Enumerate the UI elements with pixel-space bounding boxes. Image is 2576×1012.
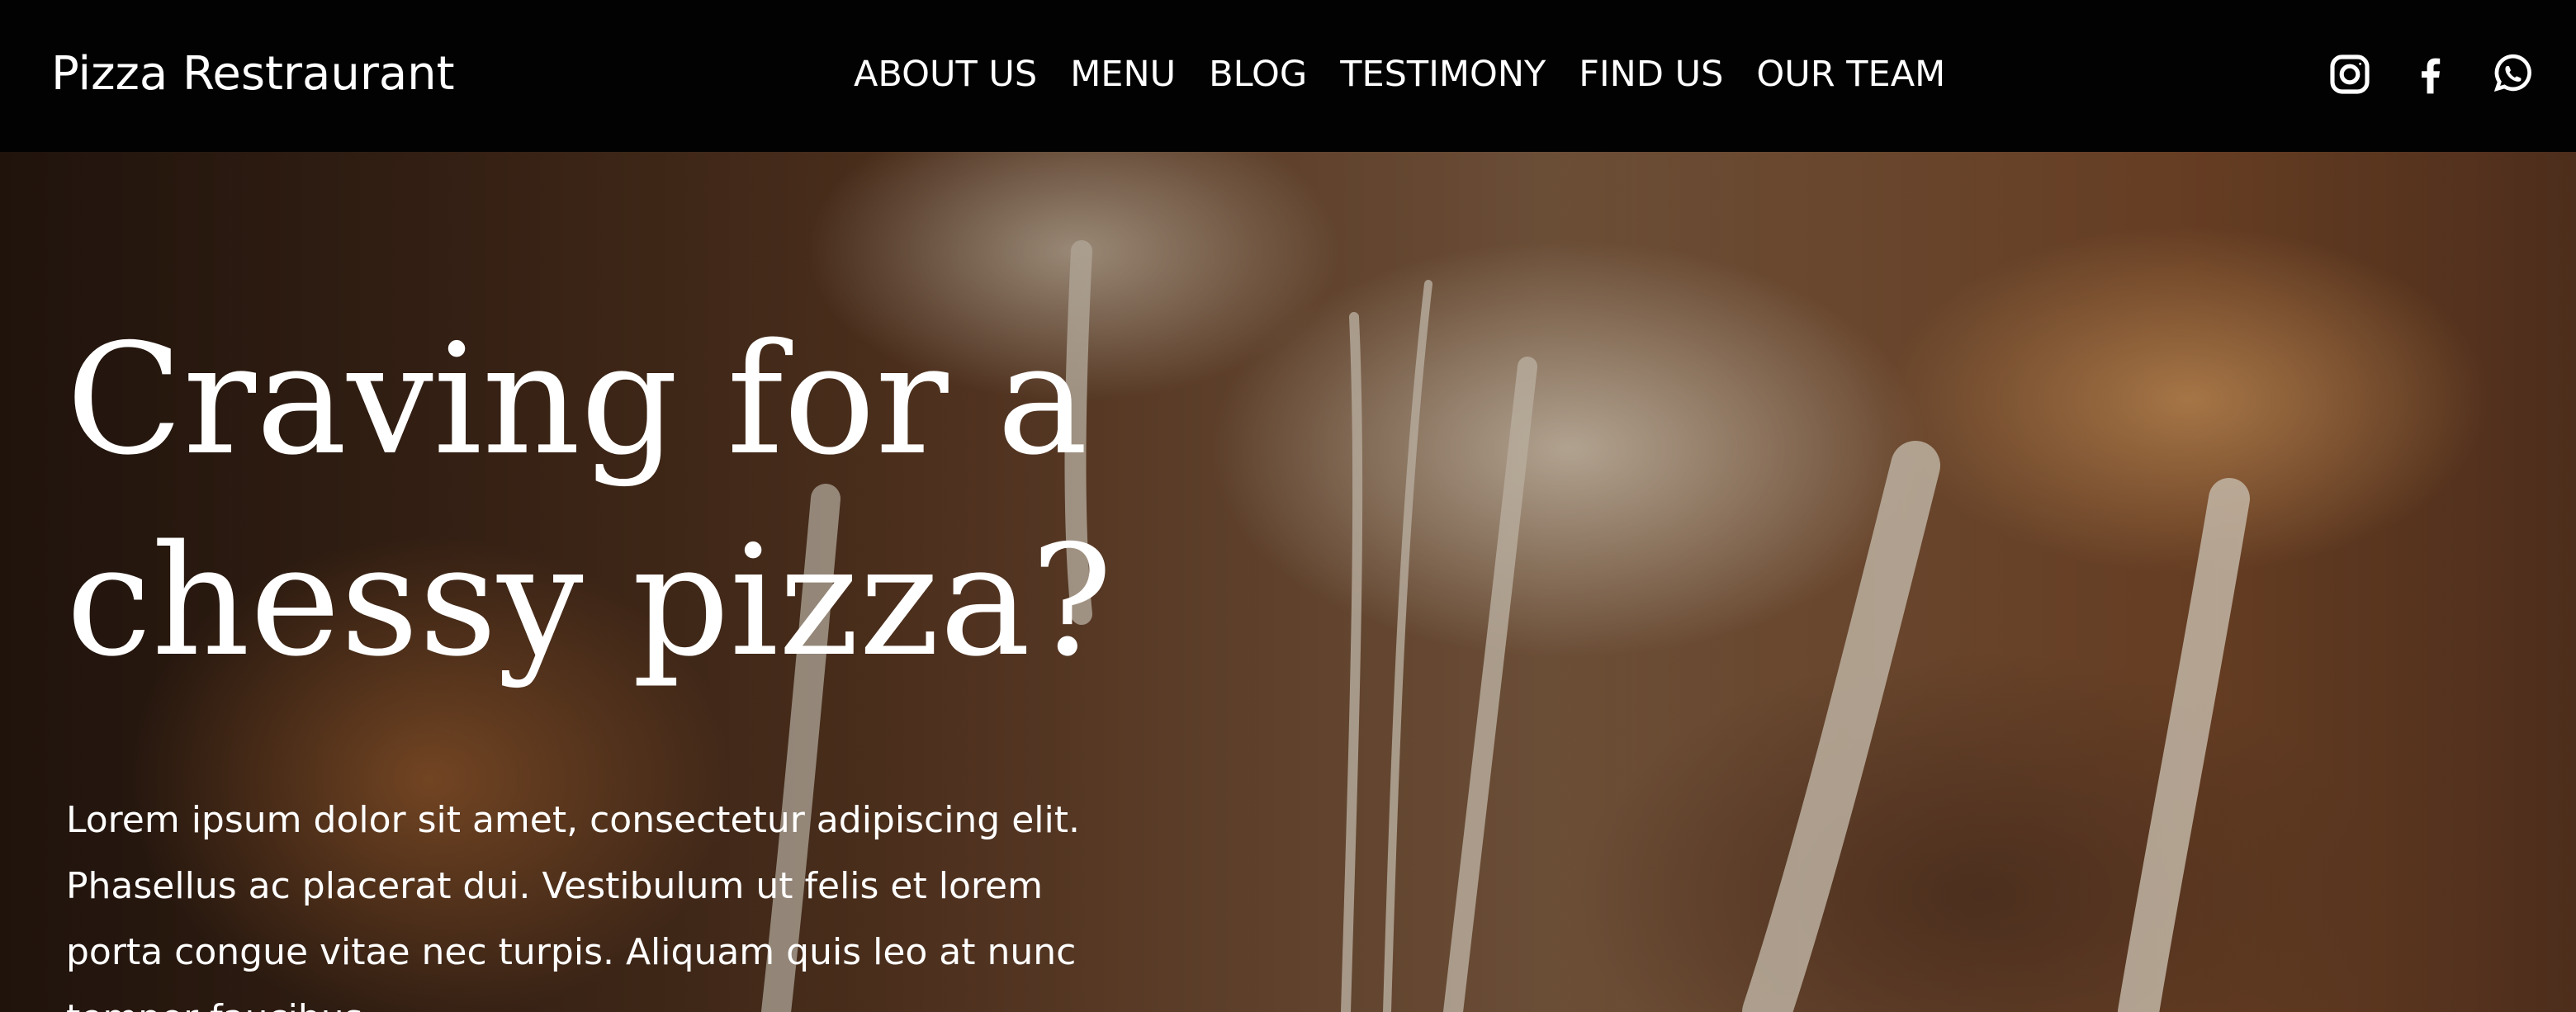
hero-title-line-1: Craving for a [66,310,1088,489]
main-nav: ABOUT US MENU BLOG TESTIMONY FIND US OUR… [854,48,1945,101]
hero-description: Lorem ipsum dolor sit amet, consectetur … [66,799,1080,1012]
nav-link-menu[interactable]: MENU [1070,48,1176,101]
instagram-icon[interactable] [2327,51,2373,97]
nav-link-testimony[interactable]: TESTIMONY [1340,48,1546,101]
nav-link-find-us[interactable]: FIND US [1579,48,1723,101]
nav-link-blog[interactable]: BLOG [1209,48,1307,101]
whatsapp-icon[interactable] [2488,51,2535,97]
nav-link-our-team[interactable]: OUR TEAM [1756,48,1945,101]
hero-section: Craving for a chessy pizza? Lorem ipsum … [0,152,2576,1012]
social-links [2327,51,2535,97]
hero-title-line-2: chessy pizza? [66,512,1113,690]
brand-logo-text[interactable]: Pizza Restraurant [51,41,455,107]
facebook-icon[interactable] [2408,51,2454,97]
nav-link-about-us[interactable]: ABOUT US [854,48,1037,101]
top-navbar: Pizza Restraurant ABOUT US MENU BLOG TES… [0,0,2576,152]
hero-title: Craving for a chessy pizza? [66,299,1222,702]
